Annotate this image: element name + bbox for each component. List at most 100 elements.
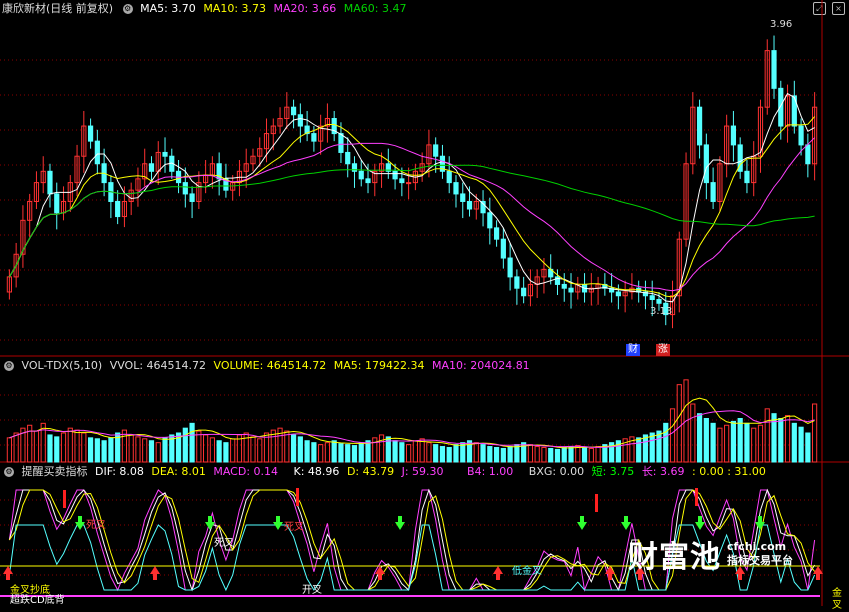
volume-bar-31	[216, 440, 222, 463]
volume-bar-117	[798, 426, 804, 463]
volume-bar-72	[493, 447, 500, 463]
candle-body-109	[744, 170, 750, 184]
candle-body-42	[290, 106, 297, 116]
candle-body-90	[615, 291, 621, 297]
watermark: 财富池 cfchi.com 指标交易平台	[628, 532, 793, 576]
volume-bar-57	[392, 440, 398, 463]
volume-bar-118	[805, 432, 811, 463]
candle-body-102	[696, 106, 703, 146]
volume-bar-51	[351, 445, 358, 463]
volume-bar-75	[514, 444, 520, 463]
watermark-site: cfchi.com	[727, 540, 787, 553]
volume-bar-12	[87, 437, 94, 463]
volume-bar-73	[500, 447, 506, 463]
volume-bar-66	[453, 444, 459, 463]
volume-bar-20	[142, 438, 148, 463]
volume-bar-41	[284, 430, 290, 463]
volume-bar-101	[690, 403, 696, 463]
candle-body-103	[703, 144, 709, 184]
candle-body-83	[568, 287, 574, 293]
volume-bar-13	[94, 438, 100, 463]
candle-body-58	[399, 178, 405, 184]
cai-tag[interactable]: 财	[626, 344, 640, 356]
candle-body-73	[500, 238, 506, 259]
ma20-line	[8, 137, 815, 292]
candle-body-76	[521, 287, 527, 297]
ma60-line	[8, 164, 815, 278]
volume-bar-116	[791, 422, 797, 463]
candle-body-27	[189, 193, 195, 202]
volume-bar-43	[297, 436, 303, 463]
candle-body-118	[805, 144, 811, 165]
candle-body-6	[47, 170, 53, 195]
candle-body-57	[392, 170, 398, 180]
watermark-brand: 财富池	[628, 540, 721, 575]
volume-bar-59	[406, 444, 412, 463]
candle-body-96	[656, 299, 662, 304]
volume-bar-21	[148, 440, 155, 463]
volume-bar-96	[656, 430, 662, 463]
volume-bar-95	[649, 432, 655, 463]
volume-bar-64	[439, 446, 446, 463]
volume-bar-4	[33, 430, 40, 463]
signal-arrow-9	[605, 566, 615, 580]
candle-body-23	[162, 151, 168, 157]
volume-bar-79	[541, 447, 547, 463]
zhang-tag[interactable]: 涨	[656, 344, 670, 356]
volume-bar-69	[473, 442, 479, 463]
volume-bar-115	[784, 415, 791, 463]
volume-bar-86	[588, 447, 594, 463]
volume-bar-87	[595, 446, 601, 463]
candle-body-21	[148, 163, 155, 172]
candle-body-45	[311, 133, 317, 142]
volume-bar-113	[771, 413, 777, 463]
volume-bar-85	[581, 447, 588, 463]
volume-bar-74	[507, 446, 513, 463]
volume-bar-60	[412, 440, 418, 463]
volume-bar-37	[257, 438, 263, 463]
volume-bar-77	[527, 444, 534, 463]
volume-bar-55	[378, 434, 385, 463]
candle-body-75	[514, 276, 520, 289]
volume-bar-29	[203, 434, 209, 463]
jincha-label: 金叉	[832, 588, 842, 611]
volume-bar-14	[101, 440, 107, 463]
volume-bar-98	[669, 408, 676, 463]
volume-bar-19	[135, 436, 141, 463]
candle-body-95	[649, 295, 655, 301]
volume-bar-71	[487, 446, 493, 463]
volume-bar-65	[446, 447, 452, 463]
chaodi-label: 超跌CD底背	[10, 595, 65, 606]
volume-bar-97	[663, 422, 669, 463]
signal-arrow-8	[577, 516, 587, 530]
volume-bar-30	[209, 437, 215, 463]
volume-bar-18	[128, 434, 134, 463]
ma5-line	[8, 92, 815, 303]
candle-body-12	[87, 125, 94, 142]
volume-bar-111	[757, 424, 764, 463]
candle-body-104	[710, 182, 716, 202]
candle-body-7	[54, 193, 60, 214]
volume-bar-44	[304, 440, 310, 463]
candle-body-66	[453, 182, 459, 195]
volume-bar-83	[568, 446, 574, 463]
chart-canvas[interactable]	[0, 0, 849, 606]
signal-arrow-10	[621, 516, 631, 530]
volume-bar-61	[419, 438, 425, 463]
ma10-line	[8, 116, 815, 298]
volume-bar-45	[311, 442, 317, 463]
volume-bar-10	[74, 429, 80, 463]
volume-bar-119	[812, 403, 818, 463]
candle-body-82	[561, 283, 567, 289]
volume-bar-22	[155, 442, 161, 463]
volume-bar-8	[60, 432, 67, 463]
volume-bar-0	[6, 437, 12, 463]
volume-bar-102	[696, 413, 703, 463]
volume-bar-108	[737, 418, 743, 463]
volume-bar-23	[162, 437, 168, 463]
volume-bar-82	[561, 447, 567, 463]
dijincha-label: 低金叉	[512, 566, 542, 577]
candle-body-65	[446, 170, 452, 184]
candle-body-26	[182, 182, 188, 195]
sicha-label-1: 死叉	[86, 520, 106, 531]
